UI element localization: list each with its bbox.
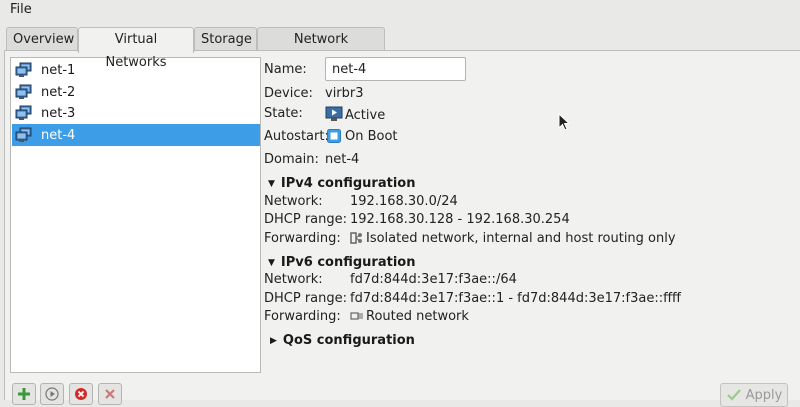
network-list-item-label: net-1: [41, 62, 76, 78]
autostart-label: Autostart:: [264, 129, 329, 144]
ipv6-dhcp-value: fd7d:844d:3e17:f3ae::1 - fd7d:844d:3e17:…: [350, 291, 682, 306]
ipv4-section-title: IPv4 configuration: [280, 176, 416, 191]
network-list-item-net-3[interactable]: net-3: [12, 102, 260, 124]
apply-button-label: Apply: [745, 387, 783, 403]
expanded-arrow-icon: ▼: [268, 178, 275, 189]
network-monitor-icon: [15, 84, 32, 99]
ipv4-dhcp-value: 192.168.30.128 - 192.168.30.254: [350, 212, 570, 227]
ipv6-section-title: IPv6 configuration: [280, 255, 416, 270]
expanded-arrow-icon: ▼: [268, 257, 275, 268]
network-list-item-net-2[interactable]: net-2: [12, 81, 260, 103]
start-icon: [45, 387, 59, 401]
delete-network-button[interactable]: [98, 383, 122, 405]
ipv4-network-value: 192.168.30.0/24: [350, 194, 458, 209]
tab-storage[interactable]: Storage: [194, 27, 257, 51]
ipv6-network-label: Network:: [264, 272, 323, 287]
stop-icon: [75, 388, 87, 400]
menu-file[interactable]: File: [8, 2, 34, 17]
ipv4-section-header[interactable]: ▼ IPv4 configuration: [268, 176, 415, 191]
checkbox-icon: [327, 129, 341, 143]
network-monitor-icon: [15, 105, 32, 120]
ipv4-forwarding-label: Forwarding:: [264, 231, 341, 246]
network-monitor-icon: [15, 62, 32, 77]
domain-label: Domain:: [264, 152, 319, 167]
add-network-button[interactable]: [12, 383, 36, 405]
ipv4-forwarding-value: Isolated network, internal and host rout…: [366, 231, 676, 246]
routed-network-icon: [350, 312, 363, 320]
isolated-network-icon: [350, 232, 362, 244]
tab-overview[interactable]: Overview: [6, 27, 78, 51]
state-label: State:: [264, 106, 303, 121]
mouse-cursor-icon: [558, 113, 570, 131]
ipv4-dhcp-label: DHCP range:: [264, 212, 348, 227]
domain-value: net-4: [325, 152, 360, 167]
apply-button[interactable]: Apply: [720, 383, 788, 407]
state-value-container: Active: [325, 106, 385, 123]
delete-icon: [105, 389, 115, 399]
ipv6-forwarding-value: Routed network: [366, 309, 469, 324]
network-list-item-label: net-4: [41, 127, 76, 143]
network-list[interactable]: net-1 net-2 net-3 net-4: [10, 57, 261, 373]
ipv4-network-label: Network:: [264, 194, 323, 209]
start-network-button[interactable]: [40, 383, 64, 405]
add-icon: [18, 388, 30, 400]
ipv6-network-value: fd7d:844d:3e17:f3ae::/64: [350, 272, 517, 287]
tab-virtual-networks[interactable]: Virtual Networks: [78, 27, 194, 70]
tab-network-interfaces[interactable]: Network Interfaces: [257, 27, 385, 70]
network-list-item-label: net-3: [41, 105, 76, 121]
stop-network-button[interactable]: [69, 383, 93, 405]
name-input[interactable]: [325, 57, 466, 81]
qos-section-header[interactable]: ▶ QoS configuration: [270, 333, 415, 348]
autostart-value: On Boot: [345, 129, 398, 144]
name-label: Name:: [264, 62, 307, 77]
collapsed-arrow-icon: ▶: [270, 335, 277, 346]
ipv6-dhcp-label: DHCP range:: [264, 291, 348, 306]
network-list-item-net-4[interactable]: net-4: [12, 124, 260, 146]
qos-section-title: QoS configuration: [282, 333, 415, 348]
ipv4-forwarding-container: Isolated network, internal and host rout…: [350, 231, 676, 246]
network-monitor-icon: [15, 127, 32, 142]
ipv6-forwarding-container: Routed network: [350, 309, 469, 324]
ipv6-section-header[interactable]: ▼ IPv6 configuration: [268, 255, 415, 270]
device-label: Device:: [264, 86, 313, 101]
device-value: virbr3: [325, 86, 364, 101]
tab-strip: Overview Virtual Networks Storage Networ…: [0, 27, 800, 70]
menubar: File: [0, 0, 800, 22]
ipv6-forwarding-label: Forwarding:: [264, 309, 341, 324]
network-list-item-label: net-2: [41, 84, 76, 100]
state-value: Active: [345, 108, 386, 123]
play-monitor-icon: [325, 106, 343, 121]
autostart-checkbox[interactable]: On Boot: [327, 129, 398, 144]
